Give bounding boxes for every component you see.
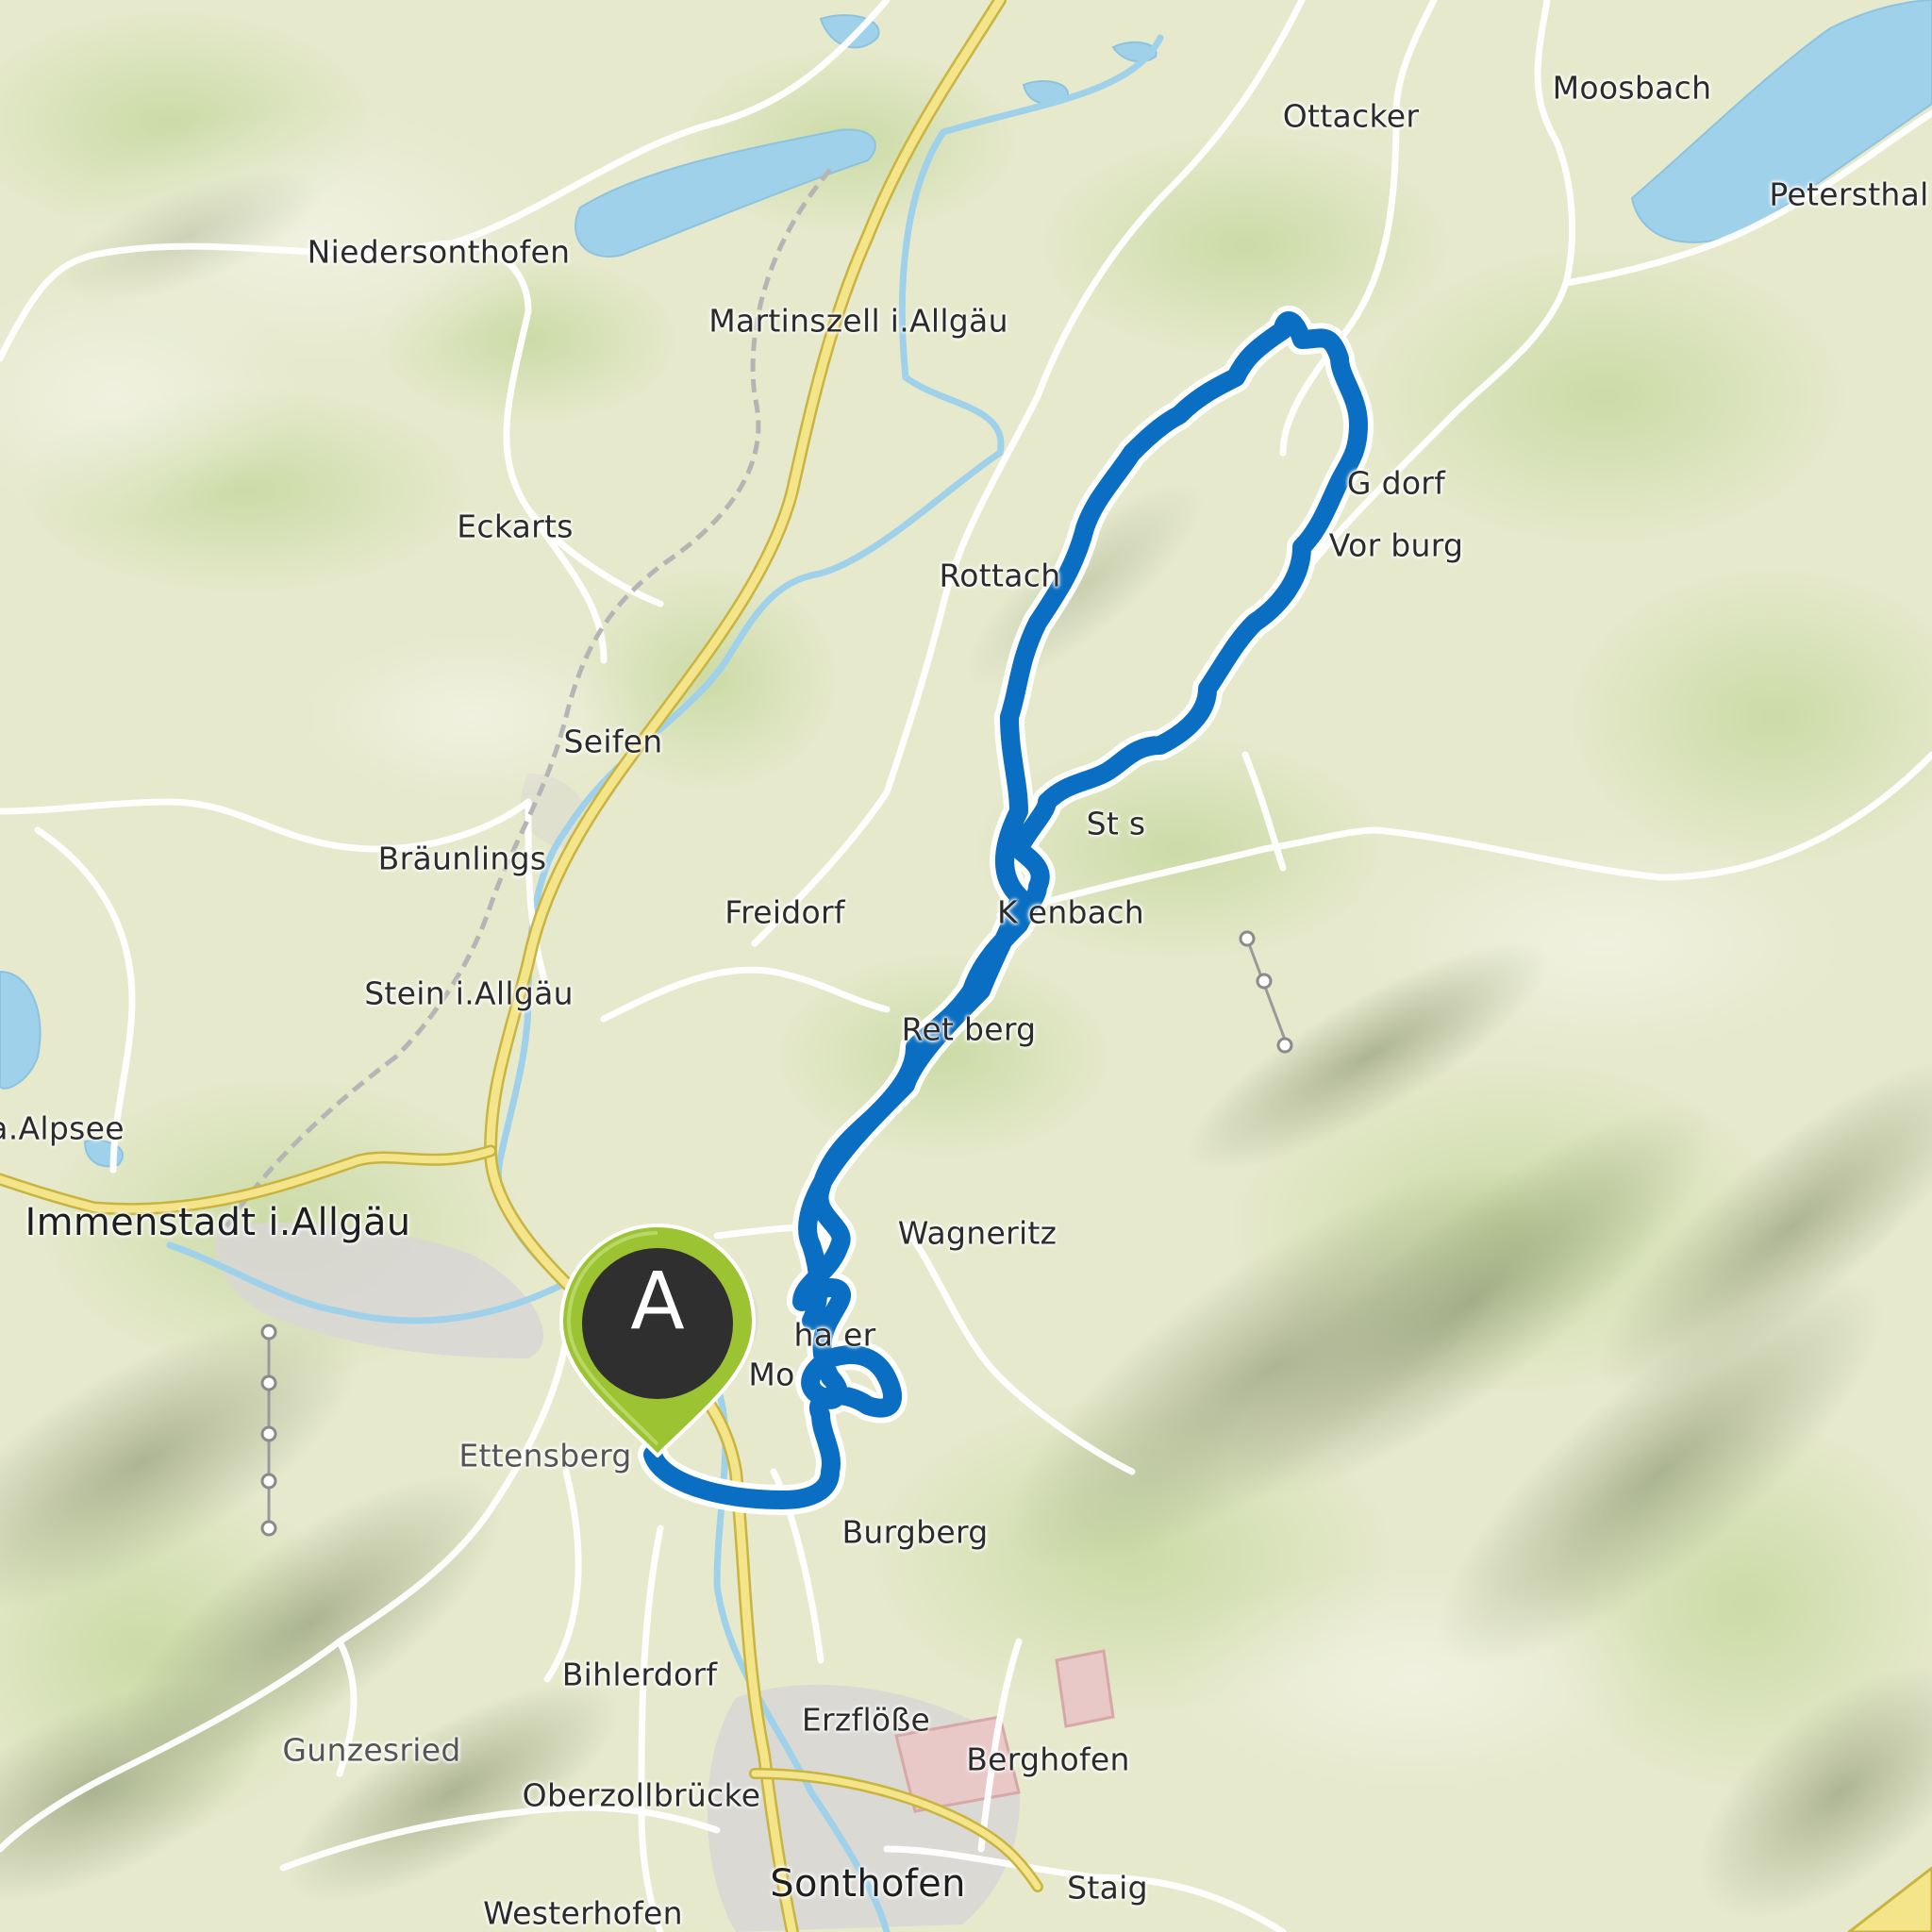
place-label-alpsee: a.Alpsee [0,1109,125,1147]
place-label-burgberg: Burgberg [841,1513,989,1551]
place-label-braunlings: Bräunlings [377,840,547,877]
place-label-ottacker: Ottacker [1282,97,1420,135]
place-label-berghofen: Berghofen [966,1740,1130,1778]
start-marker-pin[interactable]: A [554,1222,761,1458]
place-label-k-enbach: K enbach [997,893,1144,931]
place-label-staig: Staig [1067,1869,1148,1907]
place-label-sonthofen: Sonthofen [770,1862,966,1906]
map-basemap [0,0,1932,1932]
place-label-ret-berg: Ret berg [901,1010,1037,1048]
place-label-moosbach: Moosbach [1552,69,1712,107]
place-label-petersthal: Petersthal [1769,175,1929,213]
place-label-seifen: Seifen [563,723,663,760]
place-label-westerhofen: Westerhofen [483,1894,683,1932]
place-label-stein: Stein i.Allgäu [364,974,574,1012]
place-label-st-s: St s [1086,805,1146,842]
place-label-bihlerdorf: Bihlerdorf [561,1656,718,1693]
place-label-oberzollbruecke: Oberzollbrücke [522,1776,761,1814]
place-label-gunzesried: Gunzesried [282,1731,461,1769]
place-label-immenstadt: Immenstadt i.Allgäu [25,1201,411,1244]
map-view[interactable]: Niedersonthofen Martinszell i.Allgäu Ott… [0,0,1932,1932]
place-label-vorderburg: Vor burg [1328,526,1464,564]
place-label-eckarts: Eckarts [457,508,574,545]
place-label-g-dorf: G dorf [1346,464,1446,502]
place-label-rottach: Rottach [939,557,1061,594]
place-label-ha-er: ha er [793,1316,876,1354]
place-label-niedersonthofen: Niedersonthofen [307,233,571,271]
start-marker-letter: A [630,1255,685,1347]
place-label-erzfloesse: Erzflöße [801,1701,931,1739]
place-label-freidorf: Freidorf [724,893,845,931]
place-label-martinszell: Martinszell i.Allgäu [708,302,1008,340]
place-label-wagneritz: Wagneritz [897,1214,1058,1252]
